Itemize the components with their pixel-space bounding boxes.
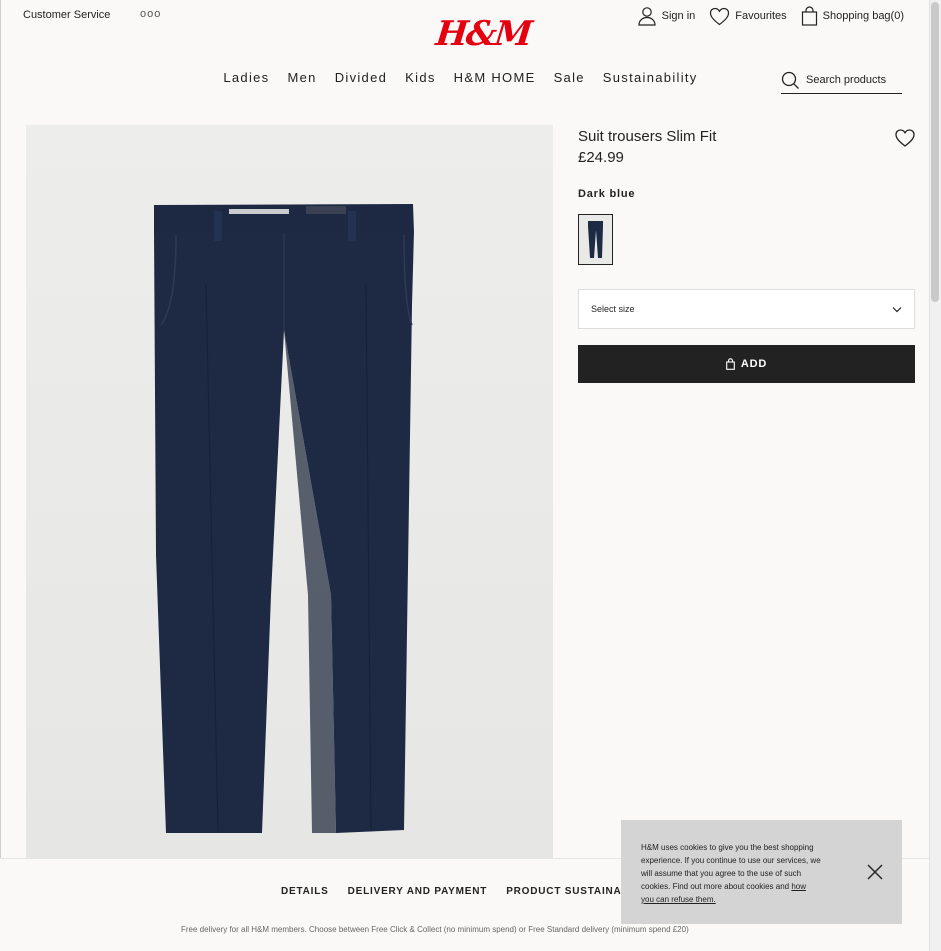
chevron-down-icon: [892, 306, 902, 312]
color-swatch-dark-blue[interactable]: [578, 214, 613, 265]
scrollbar-thumb[interactable]: [931, 2, 939, 302]
nav-item-sustainability[interactable]: Sustainability: [603, 70, 698, 85]
nav-item-hm-home[interactable]: H&M HOME: [454, 70, 536, 85]
add-button-label: ADD: [740, 358, 768, 370]
selected-color-label: Dark blue: [578, 188, 636, 200]
sign-in-label: Sign in: [661, 10, 696, 22]
product-price: £24.99: [578, 149, 624, 166]
shopping-bag-link[interactable]: Shopping bag(0): [801, 6, 904, 26]
add-to-bag-button[interactable]: ADD: [578, 345, 915, 383]
scrollbar[interactable]: [929, 0, 941, 951]
details-tabs: DETAILS DELIVERY AND PAYMENT PRODUCT SUS…: [281, 886, 633, 897]
customer-service-link[interactable]: Customer Service: [23, 9, 110, 21]
search-placeholder: Search products: [806, 74, 887, 86]
favourites-link[interactable]: Favourites: [709, 7, 787, 26]
sign-in-link[interactable]: Sign in: [637, 6, 696, 26]
add-to-favourites-heart-icon[interactable]: [894, 128, 916, 148]
tab-product-sustainability[interactable]: PRODUCT SUSTAINABI: [506, 886, 633, 897]
size-select[interactable]: Select size: [578, 289, 915, 329]
trousers-illustration: [26, 125, 553, 860]
more-menu[interactable]: ooo: [140, 8, 161, 20]
bag-icon: [726, 358, 735, 370]
heart-icon: [710, 7, 730, 25]
cookie-message: H&M uses cookies to give you the best sh…: [641, 841, 821, 906]
close-icon[interactable]: [866, 863, 884, 881]
favourites-label: Favourites: [735, 10, 787, 22]
search-icon: [781, 71, 799, 89]
tab-delivery-and-payment[interactable]: DELIVERY AND PAYMENT: [348, 886, 488, 897]
swatch-thumbnail: [582, 218, 609, 261]
cookie-banner: H&M uses cookies to give you the best sh…: [621, 820, 902, 924]
free-delivery-note: Free delivery for all H&M members. Choos…: [181, 925, 689, 934]
product-image[interactable]: [26, 125, 553, 860]
product-title: Suit trousers Slim Fit: [578, 128, 717, 145]
nav-item-sale[interactable]: Sale: [554, 70, 585, 85]
bag-icon: [801, 6, 817, 26]
nav-item-ladies[interactable]: Ladies: [223, 70, 269, 85]
account-bar: Sign in Favourites Shopping bag(0): [637, 6, 904, 26]
nav-item-men[interactable]: Men: [287, 70, 316, 85]
hm-logo[interactable]: H&M: [434, 14, 533, 54]
nav-item-divided[interactable]: Divided: [335, 70, 387, 85]
shopping-bag-label: Shopping bag(0): [822, 10, 904, 22]
nav-item-kids[interactable]: Kids: [405, 70, 436, 85]
search-input[interactable]: Search products: [781, 67, 902, 94]
size-select-placeholder: Select size: [591, 304, 635, 314]
tab-details[interactable]: DETAILS: [281, 886, 329, 897]
person-icon: [638, 7, 656, 26]
